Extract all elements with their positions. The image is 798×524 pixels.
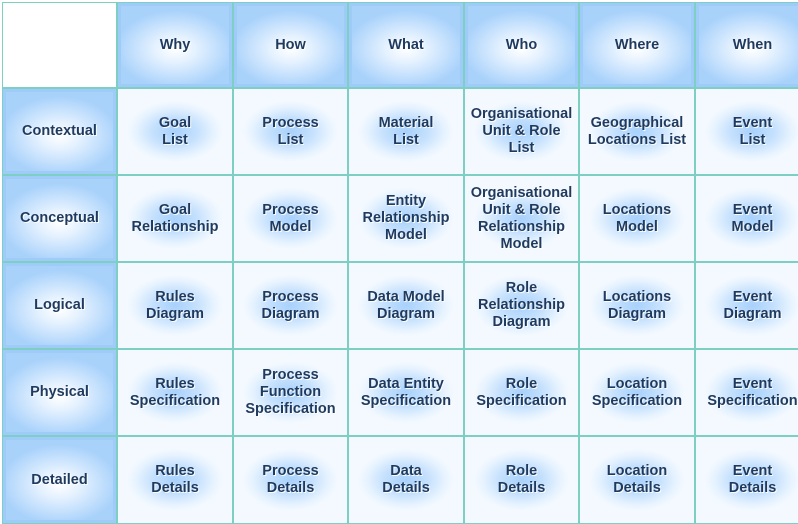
cell-detailed-who: Role Details bbox=[465, 437, 578, 523]
cell-contextual-who: Organisational Unit & Role List bbox=[465, 89, 578, 174]
cell-logical-who: Role Relationship Diagram bbox=[465, 263, 578, 348]
cell-detailed-where: Location Details bbox=[580, 437, 694, 523]
cell-detailed-how: Process Details bbox=[234, 437, 347, 523]
cell-contextual-where: Geographical Locations List bbox=[580, 89, 694, 174]
cell-logical-what: Data Model Diagram bbox=[349, 263, 463, 348]
framework-matrix: Why How What Who Where When Contextual G… bbox=[2, 2, 798, 524]
cell-contextual-what: Material List bbox=[349, 89, 463, 174]
row-header-physical: Physical bbox=[3, 350, 116, 435]
column-header-how: How bbox=[234, 3, 347, 87]
row-header-detailed: Detailed bbox=[3, 437, 116, 523]
cell-conceptual-why: Goal Relationship bbox=[118, 176, 232, 261]
cell-physical-when: Event Specification bbox=[696, 350, 798, 435]
cell-logical-why: Rules Diagram bbox=[118, 263, 232, 348]
cell-physical-why: Rules Specification bbox=[118, 350, 232, 435]
row-header-conceptual: Conceptual bbox=[3, 176, 116, 261]
cell-physical-what: Data Entity Specification bbox=[349, 350, 463, 435]
column-header-where: Where bbox=[580, 3, 694, 87]
column-header-what: What bbox=[349, 3, 463, 87]
cell-conceptual-what: Entity Relationship Model bbox=[349, 176, 463, 261]
corner-cell bbox=[3, 3, 116, 87]
cell-detailed-when: Event Details bbox=[696, 437, 798, 523]
cell-conceptual-how: Process Model bbox=[234, 176, 347, 261]
cell-physical-where: Location Specification bbox=[580, 350, 694, 435]
cell-logical-where: Locations Diagram bbox=[580, 263, 694, 348]
cell-logical-when: Event Diagram bbox=[696, 263, 798, 348]
cell-contextual-when: Event List bbox=[696, 89, 798, 174]
cell-logical-how: Process Diagram bbox=[234, 263, 347, 348]
cell-physical-who: Role Specification bbox=[465, 350, 578, 435]
cell-contextual-how: Process List bbox=[234, 89, 347, 174]
column-header-why: Why bbox=[118, 3, 232, 87]
column-header-who: Who bbox=[465, 3, 578, 87]
cell-physical-how: Process Function Specification bbox=[234, 350, 347, 435]
row-header-logical: Logical bbox=[3, 263, 116, 348]
cell-conceptual-when: Event Model bbox=[696, 176, 798, 261]
cell-conceptual-who: Organisational Unit & Role Relationship … bbox=[465, 176, 578, 261]
cell-conceptual-where: Locations Model bbox=[580, 176, 694, 261]
column-header-when: When bbox=[696, 3, 798, 87]
cell-contextual-why: Goal List bbox=[118, 89, 232, 174]
cell-detailed-why: Rules Details bbox=[118, 437, 232, 523]
cell-detailed-what: Data Details bbox=[349, 437, 463, 523]
row-header-contextual: Contextual bbox=[3, 89, 116, 174]
